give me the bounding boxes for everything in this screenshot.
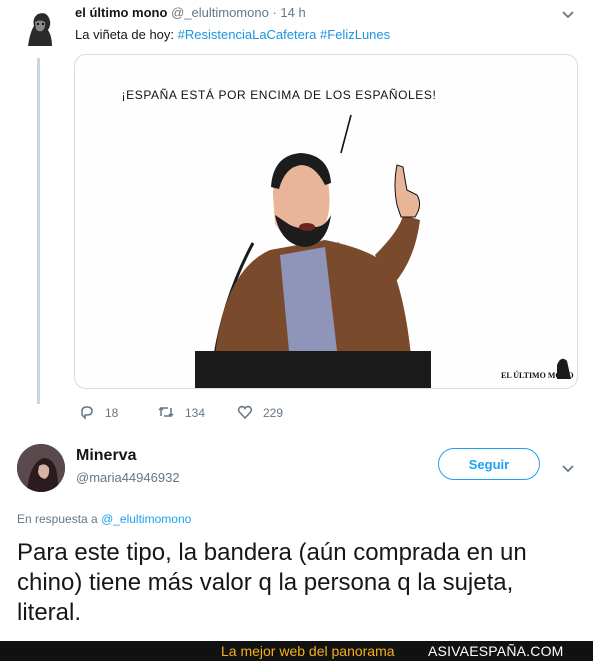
in-reply-to-label: En respuesta a	[17, 512, 98, 526]
heart-icon	[237, 404, 253, 423]
reply-count: 18	[105, 406, 119, 420]
author-name[interactable]: el último mono	[75, 5, 167, 20]
like-action[interactable]: 229	[237, 404, 283, 422]
tweet-header: el último mono @_elultimomono · 14 h	[75, 5, 306, 20]
tweet-text: La viñeta de hoy: #ResistenciaLaCafetera…	[75, 27, 390, 42]
reply-text: Para este tipo, la bandera (aún comprada…	[17, 539, 527, 626]
author-avatar[interactable]	[18, 6, 62, 50]
reply-author-name[interactable]: Minerva	[76, 447, 136, 465]
retweet-icon	[157, 404, 175, 423]
tweet-text-prefix: La viñeta de hoy:	[75, 27, 175, 42]
thread-line	[37, 58, 40, 404]
tweet-image[interactable]: ¡ESPAÑA ESTÁ POR ENCIMA DE LOS ESPAÑOLES…	[74, 54, 578, 389]
site-banner: La mejor web del panorama ASIVAESPAÑA.CO…	[0, 641, 593, 661]
like-count: 229	[263, 406, 284, 420]
author-handle[interactable]: @_elultimomono	[171, 5, 269, 20]
banner-site[interactable]: ASIVAESPAÑA.COM	[428, 643, 564, 659]
reply-author-avatar[interactable]	[17, 444, 65, 492]
reply-action[interactable]: 18	[79, 404, 118, 422]
retweet-action[interactable]: 134	[157, 404, 205, 422]
retweet-count: 134	[185, 406, 206, 420]
in-reply-to: En respuesta a @_elultimomono	[17, 512, 191, 526]
chevron-down-icon[interactable]	[561, 461, 575, 473]
separator: ·	[272, 5, 277, 20]
banner-tagline: La mejor web del panorama	[221, 643, 395, 659]
in-reply-to-link[interactable]: @_elultimomono	[101, 512, 191, 526]
reply-author-handle[interactable]: @maria44946932	[76, 470, 180, 485]
speech-text: ¡ESPAÑA ESTÁ POR ENCIMA DE LOS ESPAÑOLES…	[122, 87, 437, 102]
hashtag-link[interactable]: #FelizLunes	[320, 27, 390, 42]
chevron-down-icon[interactable]	[560, 8, 576, 20]
hashtag-link[interactable]: #ResistenciaLaCafetera	[178, 27, 317, 42]
reply-icon	[79, 404, 95, 423]
tweet-time[interactable]: 14 h	[280, 5, 305, 20]
follow-button[interactable]: Seguir	[438, 448, 540, 480]
